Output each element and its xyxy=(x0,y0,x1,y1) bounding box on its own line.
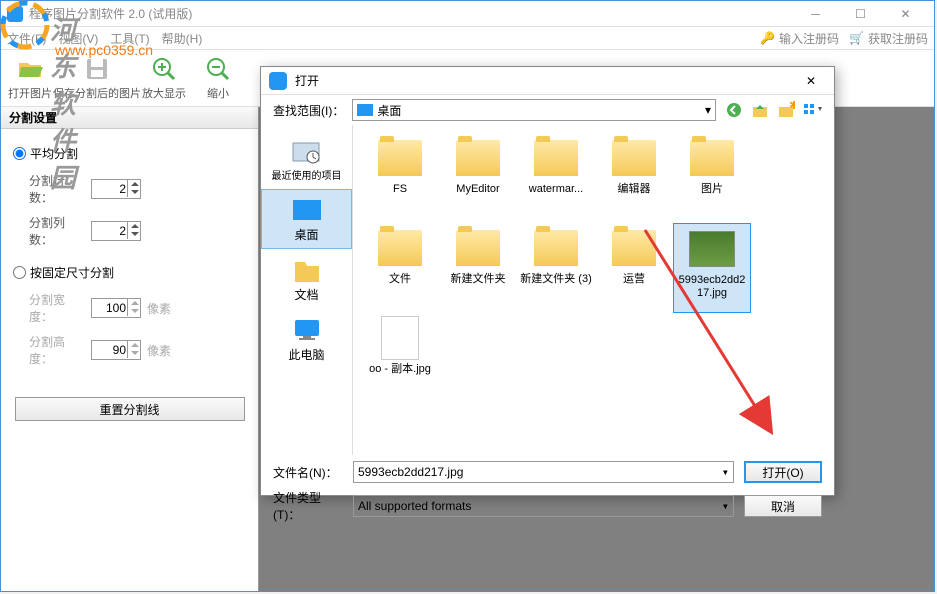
back-icon[interactable] xyxy=(724,100,744,120)
zoom-out-icon xyxy=(204,55,232,83)
filename-label: 文件名(N)： xyxy=(273,464,343,481)
key-icon: 🔑 xyxy=(760,31,775,45)
image-thumb-icon xyxy=(688,228,736,270)
fixed-split-radio[interactable] xyxy=(13,266,26,279)
input-reg-code-link[interactable]: 🔑 输入注册码 xyxy=(760,30,839,47)
folder-icon xyxy=(610,137,658,179)
zoom-in-button[interactable]: 放大显示 xyxy=(139,50,189,106)
menu-tool[interactable]: 工具(T) xyxy=(110,30,149,47)
dialog-close-button[interactable]: ✕ xyxy=(796,71,826,91)
window-title: 程序图片分割软件 2.0 (试用版) xyxy=(29,5,793,22)
place-this-pc[interactable]: 此电脑 xyxy=(261,309,352,369)
zoom-in-icon xyxy=(150,55,178,83)
folder-icon xyxy=(454,227,502,269)
file-label: 编辑器 xyxy=(616,183,653,196)
height-spinner[interactable] xyxy=(127,340,141,358)
dialog-title: 打开 xyxy=(295,72,796,89)
file-label: 新建文件夹 (3) xyxy=(518,273,594,286)
file-label: watermar... xyxy=(527,183,585,196)
file-label: 文件 xyxy=(387,273,413,286)
dialog-icon xyxy=(269,72,287,90)
save-icon xyxy=(83,55,111,83)
zoom-out-button[interactable]: 缩小 xyxy=(193,50,243,106)
file-item[interactable]: 运营 xyxy=(595,223,673,313)
path-dropdown[interactable]: 桌面 xyxy=(352,99,716,121)
menubar: 文件(F) 视图(V) 工具(T) 帮助(H) 🔑 输入注册码 🛒 获取注册码 xyxy=(1,27,934,49)
file-item[interactable]: 新建文件夹 (3) xyxy=(517,223,595,313)
folder-icon xyxy=(688,137,736,179)
place-desktop[interactable]: 桌面 xyxy=(261,189,352,249)
titlebar: 程序图片分割软件 2.0 (试用版) ─ ☐ ✕ xyxy=(1,1,934,27)
up-folder-icon[interactable] xyxy=(750,100,770,120)
maximize-button[interactable]: ☐ xyxy=(838,1,883,27)
folder-open-icon xyxy=(16,55,44,83)
cart-icon: 🛒 xyxy=(849,31,864,45)
file-item[interactable]: 文件 xyxy=(361,223,439,313)
file-label: MyEditor xyxy=(454,183,501,196)
rows-spinner[interactable] xyxy=(127,179,141,197)
file-label: 5993ecb2dd217.jpg xyxy=(674,274,750,300)
place-documents[interactable]: 文档 xyxy=(261,249,352,309)
new-folder-icon[interactable]: ✱ xyxy=(776,100,796,120)
open-button[interactable]: 打开(O) xyxy=(744,461,822,483)
filetype-label: 文件类型(T)： xyxy=(273,489,343,523)
avg-split-radio[interactable] xyxy=(13,147,26,160)
file-label: 图片 xyxy=(699,183,725,196)
view-menu-icon[interactable] xyxy=(802,100,822,120)
file-item[interactable]: 新建文件夹 xyxy=(439,223,517,313)
folder-icon xyxy=(610,227,658,269)
folder-icon xyxy=(532,227,580,269)
place-recent[interactable]: 最近使用的项目 xyxy=(261,129,352,189)
places-bar: 最近使用的项目 桌面 文档 此电脑 xyxy=(261,125,353,455)
sidebar-title: 分割设置 xyxy=(1,107,258,129)
file-list[interactable]: FS MyEditor watermar... 编辑器 图片文件 新建文件夹新建文件夹 (… xyxy=(353,125,834,455)
file-item[interactable]: 5993ecb2dd217.jpg xyxy=(673,223,751,313)
look-in-label: 查找范围(I)： xyxy=(273,102,344,119)
folder-icon xyxy=(454,137,502,179)
document-icon xyxy=(376,317,424,359)
desktop-icon xyxy=(357,104,373,116)
open-image-button[interactable]: 打开图片 xyxy=(5,50,55,106)
dialog-toolbar: 查找范围(I)： 桌面 ✱ xyxy=(261,95,834,125)
reset-lines-button[interactable]: 重置分割线 xyxy=(15,397,245,421)
file-item[interactable]: MyEditor xyxy=(439,133,517,223)
folder-icon xyxy=(376,137,424,179)
close-button[interactable]: ✕ xyxy=(883,1,928,27)
fixed-split-label: 按固定尺寸分割 xyxy=(30,264,114,281)
file-item[interactable]: 图片 xyxy=(673,133,751,223)
filetype-dropdown[interactable]: All supported formats xyxy=(353,495,734,517)
folder-icon xyxy=(532,137,580,179)
folder-icon xyxy=(376,227,424,269)
file-item[interactable]: 编辑器 xyxy=(595,133,673,223)
file-item[interactable]: watermar... xyxy=(517,133,595,223)
avg-split-label: 平均分割 xyxy=(30,145,78,162)
width-spinner[interactable] xyxy=(127,298,141,316)
cancel-button[interactable]: 取消 xyxy=(744,495,822,517)
file-label: 新建文件夹 xyxy=(449,273,508,286)
file-label: 运营 xyxy=(621,273,647,286)
menu-file[interactable]: 文件(F) xyxy=(7,30,46,47)
svg-text:✱: ✱ xyxy=(789,101,795,112)
filename-input[interactable]: 5993ecb2dd217.jpg xyxy=(353,461,734,483)
app-icon xyxy=(7,6,23,22)
menu-view[interactable]: 视图(V) xyxy=(58,30,98,47)
open-dialog: 打开 ✕ 查找范围(I)： 桌面 ✱ 最近使用的项目 桌面 xyxy=(260,66,835,496)
file-item[interactable]: oo - 副本.jpg xyxy=(361,313,439,403)
save-split-button[interactable]: 保存分割后的图片 xyxy=(59,50,135,106)
menu-help[interactable]: 帮助(H) xyxy=(162,30,203,47)
file-label: oo - 副本.jpg xyxy=(367,363,433,376)
sidebar: 分割设置 平均分割 分割行数： 分割列数： 按固定尺寸分割 xyxy=(1,107,259,591)
cols-spinner[interactable] xyxy=(127,221,141,239)
get-reg-code-link[interactable]: 🛒 获取注册码 xyxy=(849,30,928,47)
dialog-titlebar: 打开 ✕ xyxy=(261,67,834,95)
file-item[interactable]: FS xyxy=(361,133,439,223)
minimize-button[interactable]: ─ xyxy=(793,1,838,27)
file-label: FS xyxy=(391,183,409,196)
